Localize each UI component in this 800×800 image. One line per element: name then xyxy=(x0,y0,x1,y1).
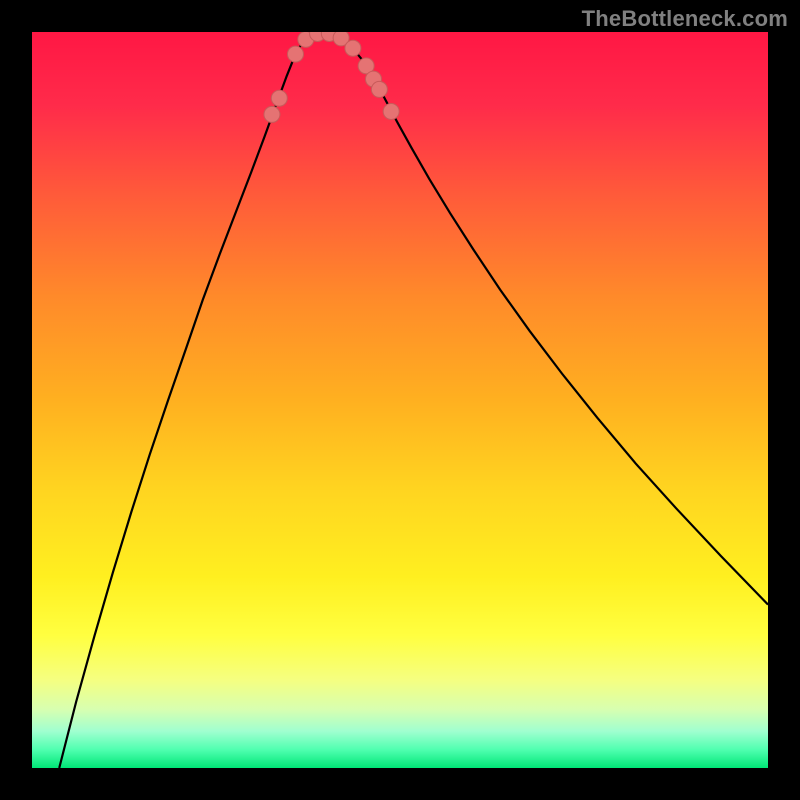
watermark-text: TheBottleneck.com xyxy=(582,6,788,32)
marker-point xyxy=(345,40,361,56)
marker-point xyxy=(287,46,303,62)
marker-point xyxy=(383,103,399,119)
marker-point xyxy=(371,81,387,97)
marker-point xyxy=(264,106,280,122)
chart-frame: TheBottleneck.com xyxy=(0,0,800,800)
curve-layer xyxy=(32,32,768,768)
bottleneck-curve xyxy=(59,32,768,768)
plot-area xyxy=(32,32,768,768)
marker-point xyxy=(271,90,287,106)
highlighted-markers xyxy=(264,32,399,122)
